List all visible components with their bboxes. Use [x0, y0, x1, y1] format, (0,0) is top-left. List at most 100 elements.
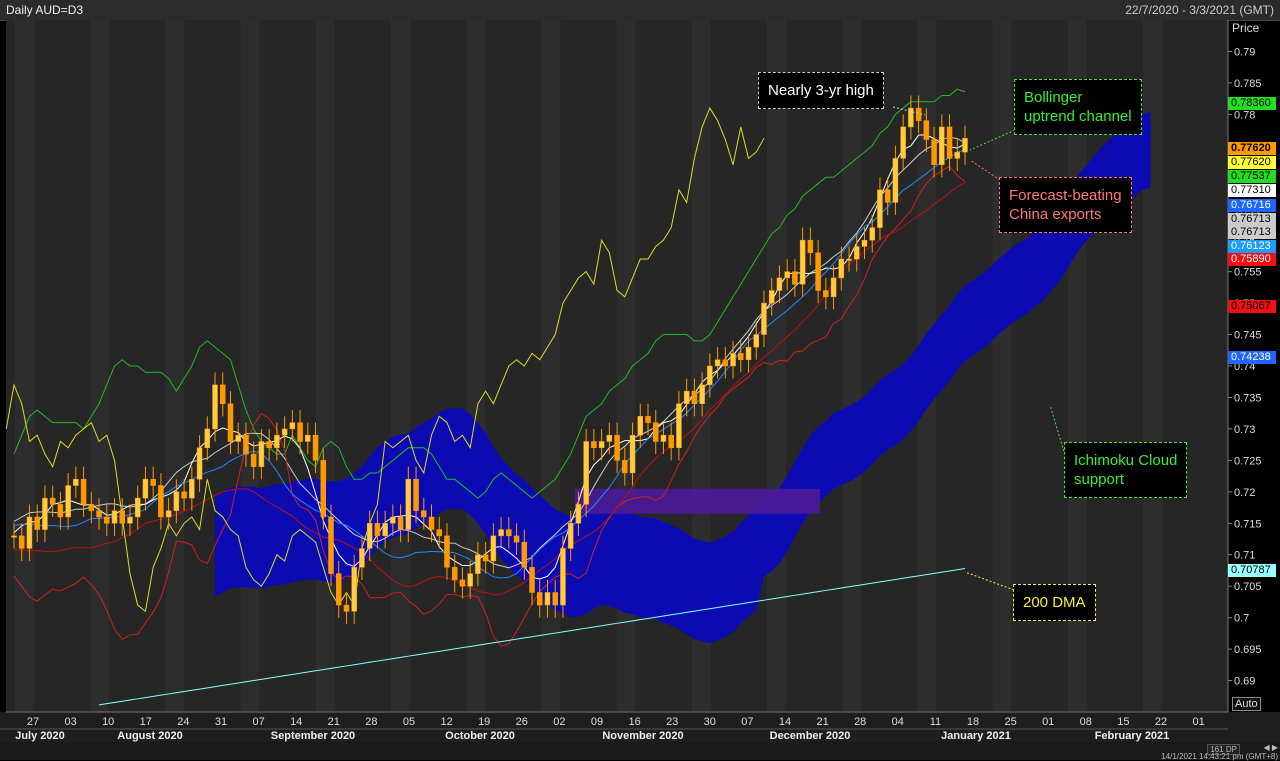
candle-body — [80, 478, 87, 505]
candle-body — [521, 541, 528, 568]
candle-body — [390, 516, 396, 524]
candle-body — [962, 138, 968, 153]
candle-body — [544, 592, 551, 606]
candle-body — [660, 434, 667, 442]
candle-body — [884, 189, 891, 203]
candle-body — [614, 434, 620, 461]
candle-body — [382, 523, 388, 537]
annotation-line: Bollinger — [1024, 89, 1083, 106]
cloud-twist — [575, 488, 820, 514]
x-tick-label: 21 — [328, 716, 340, 728]
candle-body — [475, 554, 481, 574]
candle-body — [196, 447, 203, 480]
candle-body — [768, 290, 775, 304]
x-tick-label: 28 — [854, 716, 866, 728]
price-tag: 0.76713 — [1228, 226, 1276, 239]
x-tick-label: 30 — [704, 716, 716, 728]
annotation-dma: 200 DMA — [1013, 584, 1096, 621]
candle-body — [127, 516, 133, 524]
candle-body — [65, 485, 71, 518]
candle-body — [73, 478, 79, 486]
x-tick-label: 15 — [1117, 716, 1129, 728]
candle-body — [591, 441, 597, 449]
candle-body — [683, 390, 690, 404]
candle-body — [598, 441, 605, 449]
candle-body — [134, 497, 141, 518]
candle-body — [815, 252, 821, 291]
candle-body — [807, 239, 814, 254]
stripe — [992, 20, 1012, 712]
candle-body — [258, 441, 265, 467]
candle-body — [498, 529, 504, 537]
candle-body — [552, 592, 558, 606]
candle-body — [111, 510, 118, 524]
x-tick-label: 14 — [779, 716, 791, 728]
candle-body — [305, 434, 311, 442]
price-tag: 0.75067 — [1228, 300, 1276, 313]
annotation-high: Nearly 3-yr high — [758, 72, 884, 109]
annotation-line: Nearly 3-yr high — [768, 82, 874, 99]
candle-body — [366, 523, 373, 549]
price-tag: 0.78360 — [1228, 97, 1276, 110]
stripe — [315, 20, 335, 712]
y-tick-label: 0.735 — [1234, 392, 1262, 404]
candle-body — [560, 548, 566, 606]
x-tick-label: 21 — [816, 716, 828, 728]
x-tick-label: 23 — [666, 716, 678, 728]
x-tick-label: 04 — [892, 716, 904, 728]
candle-body — [722, 359, 729, 367]
candle-body — [537, 592, 543, 606]
candle-body — [900, 126, 906, 159]
candle-body — [428, 516, 435, 530]
price-tag: 0.70787 — [1228, 564, 1276, 577]
y-tick-label: 0.73 — [1234, 424, 1255, 436]
candle-body — [444, 535, 450, 568]
scroll-icon[interactable]: ◀ ▶ — [1263, 743, 1278, 752]
candle-body — [397, 516, 404, 530]
candle-body — [830, 277, 837, 298]
candle-body — [42, 497, 48, 530]
annotation-line: Ichimoku Cloud — [1074, 452, 1178, 469]
candle-body — [142, 478, 149, 499]
x-tick-label: 16 — [628, 716, 640, 728]
candle-body — [467, 573, 473, 587]
y-tick-label: 0.695 — [1234, 644, 1262, 656]
x-tick-label: 19 — [478, 716, 490, 728]
month-label: December 2020 — [770, 730, 851, 742]
x-tick-label: 02 — [553, 716, 565, 728]
candle-body — [583, 441, 589, 505]
candle-body — [421, 510, 427, 518]
candle-body — [204, 428, 211, 449]
month-label: November 2020 — [602, 730, 683, 742]
candle-body — [714, 359, 721, 367]
candle-body — [459, 579, 466, 587]
y-tick-label: 0.725 — [1234, 455, 1262, 467]
candle-body — [104, 516, 110, 524]
y-tick-label: 0.72 — [1234, 487, 1255, 499]
y-tick-label: 0.71 — [1234, 550, 1255, 562]
candle-body — [451, 567, 458, 581]
candle-body — [645, 416, 651, 423]
candle-body — [181, 491, 187, 499]
auto-scale-button[interactable]: Auto — [1232, 697, 1261, 711]
stripe — [842, 20, 861, 712]
candle-body — [312, 434, 319, 461]
candle-body — [88, 504, 95, 511]
stripe — [767, 20, 786, 712]
candle-body — [861, 239, 868, 247]
candle-body — [923, 120, 930, 140]
candle-body — [730, 353, 736, 367]
candle-body — [691, 390, 698, 404]
footer-bar — [0, 742, 1280, 760]
candle-body — [57, 504, 64, 518]
x-tick-label: 25 — [1004, 716, 1016, 728]
candle-body — [892, 158, 899, 203]
candle-body — [652, 422, 659, 442]
candle-body — [235, 434, 241, 442]
candle-body — [776, 277, 783, 291]
candle-body — [931, 139, 937, 165]
x-tick-label: 17 — [140, 716, 152, 728]
candle-body — [320, 460, 327, 518]
candle-body — [405, 478, 412, 530]
x-tick-label: 12 — [440, 716, 452, 728]
